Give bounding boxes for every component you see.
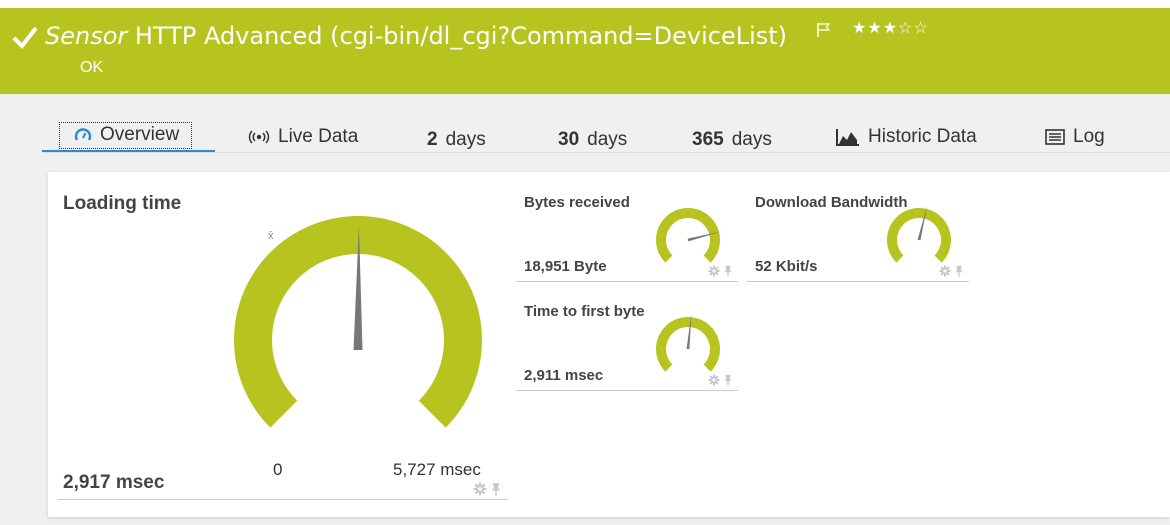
main-gauge-actions [473,482,503,496]
mini-gauge-divider [516,390,738,391]
gear-icon[interactable] [708,374,720,386]
sensor-header: Sensor HTTP Advanced (cgi-bin/dl_cgi?Com… [0,8,1170,94]
tab-live-data[interactable]: Live Data [248,121,358,153]
mini-gauge-card: Download Bandwidth 52 Kbit/s [747,172,969,284]
main-gauge: x̄ [234,216,482,428]
mini-gauge-actions [708,265,734,277]
mini-gauge [656,208,722,263]
tab-log[interactable]: Log [1045,121,1105,153]
main-gauge-divider [58,499,508,500]
main-gauge-value: 2,917 msec [63,472,165,493]
tab-bar: Overview Live Data 2 days 30 days 365 days [0,96,1170,156]
overview-panel: Loading time x̄ 0 5,727 msec 2,917 msec … [48,172,1170,517]
gear-icon[interactable] [473,482,487,496]
main-gauge-max-label: 5,727 msec [393,460,481,479]
mini-gauge-value: 18,951 Byte [524,258,607,275]
mini-gauge-value: 52 Kbit/s [755,258,818,275]
flag-icon[interactable] [816,22,832,38]
sensor-title: Sensor HTTP Advanced (cgi-bin/dl_cgi?Com… [45,22,787,50]
mini-gauge-value: 2,911 msec [524,367,604,384]
tab-log-label: Log [1073,126,1105,147]
gauge-icon [74,128,92,141]
status-text: OK [80,59,104,76]
main-gauge-title: Loading time [63,193,182,214]
gear-icon[interactable] [939,265,951,277]
tab-overview[interactable]: Overview [42,121,215,153]
priority-stars[interactable]: ★★★☆☆ [852,18,929,38]
pin-icon[interactable] [953,265,965,277]
gear-icon[interactable] [708,265,720,277]
average-marker: x̄ [268,230,274,242]
mini-gauge [656,315,720,372]
mini-gauge-title: Time to first byte [524,303,645,320]
tab-overview-label: Overview [100,124,180,145]
title-prefix: Sensor [45,22,128,50]
radio-waves-icon [248,130,270,144]
mini-gauge-divider [747,281,969,282]
list-icon [1045,129,1065,145]
mini-gauge-title: Bytes received [524,194,630,211]
mini-gauge-card: Time to first byte 2,911 msec [516,281,738,393]
tab-live-data-label: Live Data [278,126,359,147]
tab-divider [42,152,1170,153]
pin-icon[interactable] [722,374,734,386]
title-main: HTTP Advanced (cgi-bin/dl_cgi?Command=De… [134,22,788,50]
pin-icon[interactable] [489,482,503,496]
top-strip [0,0,1170,8]
tab-historic-data[interactable]: Historic Data [836,121,977,153]
area-chart-icon [836,129,859,146]
check-icon [12,26,38,50]
mini-gauge-actions [939,265,965,277]
tab-historic-data-label: Historic Data [868,126,977,147]
mini-gauge-card: Bytes received 18,951 Byte [516,172,738,284]
mini-gauge-arc [656,208,720,263]
mini-gauge-actions [708,374,734,386]
pin-icon[interactable] [722,265,734,277]
mini-gauge [887,206,951,263]
sensor-page: Sensor HTTP Advanced (cgi-bin/dl_cgi?Com… [0,0,1170,525]
main-gauge-min-label: 0 [273,460,283,479]
